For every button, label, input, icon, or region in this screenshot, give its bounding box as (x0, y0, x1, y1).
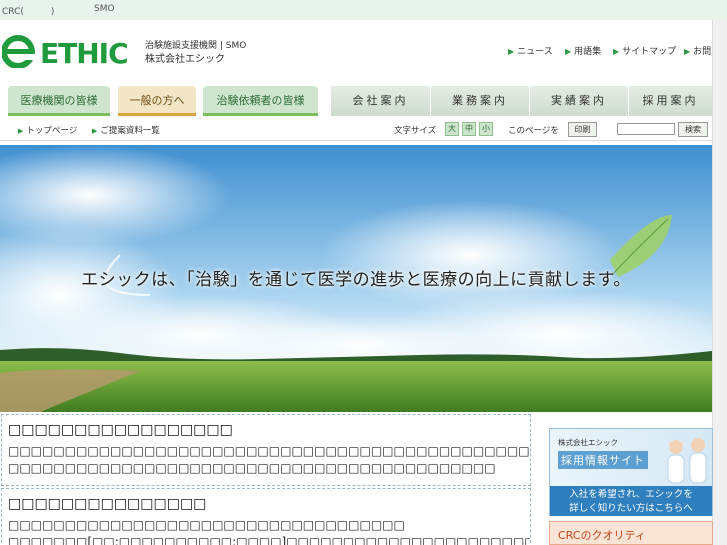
font-size-label: 文字サイズ (394, 126, 437, 136)
sub-bar: ▶ トップページ ▶ ご提案資料一覧 文字サイズ 大 中 小 このページを 印刷 検… (0, 119, 712, 141)
notice-line: □□□□□□□□□□□□□□□□□□□□□□□□□□□□□□□□□□□ (8, 518, 405, 532)
org-name: 治験施設支援機関 | SMO 株式会社エシック (145, 40, 246, 66)
util-link-contact[interactable]: ▶ お問 (684, 44, 711, 57)
font-size-large-button[interactable]: 大 (445, 122, 459, 136)
notice-line[interactable]: □□□□□□□[□□:□□□□□□□□□□:□□□□]□□□□□□□□□□□□□… (2, 534, 530, 545)
tab-general-public[interactable]: 一般の方へ (118, 86, 196, 116)
print-label: このページを (508, 126, 559, 136)
triangle-icon: ▶ (92, 127, 98, 135)
notice-heading-1: □□□□□□□□□□□□□□□□□ (8, 422, 233, 438)
notice-line: □□□□□□□□□□□□□□□□□□□□□□□□□□□□□□□□□□□□□□□□… (8, 444, 530, 458)
print-button[interactable]: 印刷 (568, 122, 597, 137)
util-link-sitemap[interactable]: ▶ サイトマップ (613, 44, 676, 57)
util-link-news[interactable]: ▶ ニュース (508, 44, 553, 57)
font-size-medium-button[interactable]: 中 (462, 122, 476, 136)
breadcrumb-home[interactable]: ▶ トップページ (18, 124, 77, 136)
recruit-banner-cta: 入社を希望され、エシックを 詳しく知りたい方はこちらへ (550, 486, 712, 516)
notice-box-2: □□□□□□□□□□□□□□□ □□□□□□□□□□□□□□□□□□□□□□□□… (1, 488, 531, 545)
triangle-icon: ▶ (508, 47, 515, 56)
notice-heading-2: □□□□□□□□□□□□□□□ (8, 496, 207, 512)
triangle-icon: ▶ (18, 127, 24, 135)
tab-trial-sponsors[interactable]: 治験依頼者の皆様 (203, 86, 318, 116)
staff-photo-icon (667, 438, 707, 484)
font-size-small-button[interactable]: 小 (479, 122, 493, 136)
triangle-icon: ▶ (613, 47, 620, 56)
crc-quality-title: CRCのクオリティ (558, 529, 646, 542)
notice-box-1: □□□□□□□□□□□□□□□□□ □□□□□□□□□□□□□□□□□□□□□□… (1, 414, 531, 486)
recruit-site-banner[interactable]: 株式会社エシック 採用情報サイト 入社を希望され、エシックを 詳しく知りたい方は… (549, 428, 713, 516)
recruit-banner-title: 採用情報サイト (558, 451, 648, 469)
triangle-icon: ▶ (565, 47, 572, 56)
ethic-logo[interactable]: ETHIC (2, 34, 138, 68)
org-tagline: 治験施設支援機関 | SMO (145, 41, 247, 51)
nav-company[interactable]: 会社案内 (330, 86, 430, 116)
triangle-icon: ▶ (684, 47, 691, 56)
nav-achievements[interactable]: 実績案内 (529, 86, 628, 116)
nav-services[interactable]: 業務案内 (430, 86, 529, 116)
nav-recruitment[interactable]: 採用案内 (628, 86, 712, 116)
recruit-banner-company: 株式会社エシック (558, 438, 618, 447)
notice-line: □□□□□□□□□□□□□□□□□□□□□□□□□□□□□□□□□□□□□□□□… (8, 461, 496, 475)
search-input[interactable] (617, 123, 675, 135)
hero-banner: エシックは、「治験」を通じて医学の進歩と医療の向上に貢献します。 (0, 145, 712, 412)
top-strip-left: CRC( ) (2, 7, 55, 17)
breadcrumb-proposals[interactable]: ▶ ご提案資料一覧 (92, 124, 160, 136)
search-button[interactable]: 検索 (678, 122, 708, 137)
tab-medical-institutions[interactable]: 医療機関の皆様 (8, 86, 110, 116)
crc-quality-banner[interactable]: CRCのクオリティ (549, 521, 713, 545)
top-strip: CRC( ) SMO (0, 0, 727, 20)
logo-wordmark: ETHIC (40, 37, 128, 68)
util-link-glossary[interactable]: ▶ 用語集 (565, 44, 601, 57)
hero-tagline: エシックは、「治験」を通じて医学の進歩と医療の向上に貢献します。 (81, 270, 631, 290)
scrollbar[interactable] (712, 20, 727, 545)
top-strip-right: SMO (94, 4, 115, 14)
org-company: 株式会社エシック (145, 54, 225, 65)
